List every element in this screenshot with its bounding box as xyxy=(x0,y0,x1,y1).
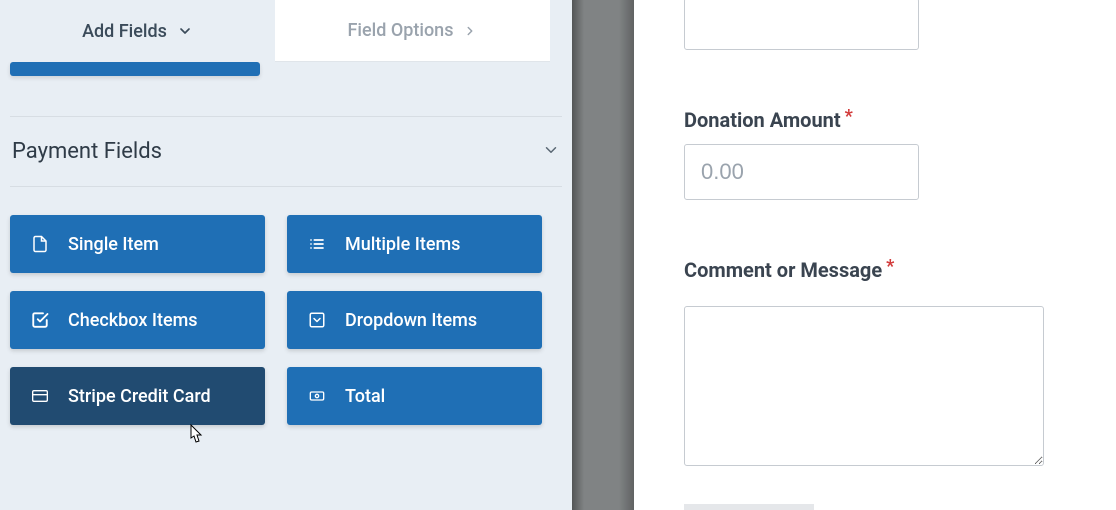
single-item-label: Single Item xyxy=(68,234,159,255)
tab-field-options-label: Field Options xyxy=(348,20,454,41)
required-asterisk: * xyxy=(845,108,853,126)
file-icon xyxy=(30,234,50,254)
checkbox-items-button[interactable]: Checkbox Items xyxy=(10,291,265,349)
credit-card-icon xyxy=(30,386,50,406)
comment-message-label-text: Comment or Message xyxy=(684,258,882,282)
payment-fields-section-header[interactable]: Payment Fields xyxy=(10,116,562,187)
stripe-credit-card-label: Stripe Credit Card xyxy=(68,386,211,407)
checkbox-icon xyxy=(30,310,50,330)
sidebar-tabs: Add Fields Field Options xyxy=(0,0,572,62)
form-builder-sidebar: Add Fields Field Options Payment Fields xyxy=(0,0,572,510)
list-icon xyxy=(307,234,327,254)
money-icon xyxy=(307,386,327,406)
donation-amount-field[interactable] xyxy=(684,144,919,200)
donation-amount-label: Donation Amount * xyxy=(684,108,1086,132)
multiple-items-button[interactable]: Multiple Items xyxy=(287,215,542,273)
previous-section-edge xyxy=(10,62,260,76)
required-asterisk: * xyxy=(886,258,894,276)
single-item-button[interactable]: Single Item xyxy=(10,215,265,273)
total-label: Total xyxy=(345,386,385,407)
dropdown-items-button[interactable]: Dropdown Items xyxy=(287,291,542,349)
dropdown-items-label: Dropdown Items xyxy=(345,310,477,331)
tab-add-fields-label: Add Fields xyxy=(82,21,167,42)
multiple-items-label: Multiple Items xyxy=(345,234,460,255)
tab-add-fields[interactable]: Add Fields xyxy=(0,0,275,62)
payment-fields-grid: Single Item Multiple Items Checkbox Item… xyxy=(10,215,562,425)
submit-button[interactable]: Submit xyxy=(684,504,814,510)
total-button[interactable]: Total xyxy=(287,367,542,425)
panel-divider xyxy=(572,0,634,510)
chevron-right-icon xyxy=(463,24,477,38)
comment-message-field[interactable] xyxy=(684,306,1044,466)
chevron-down-icon xyxy=(177,23,193,39)
checkbox-items-label: Checkbox Items xyxy=(68,310,198,331)
donation-amount-label-text: Donation Amount xyxy=(684,108,841,132)
chevron-down-icon xyxy=(542,141,560,163)
section-title: Payment Fields xyxy=(12,139,162,164)
comment-message-label: Comment or Message * xyxy=(684,258,1086,282)
previous-field-input[interactable] xyxy=(684,0,919,50)
stripe-credit-card-button[interactable]: Stripe Credit Card xyxy=(10,367,265,425)
tab-field-options[interactable]: Field Options xyxy=(275,0,550,62)
dropdown-icon xyxy=(307,310,327,330)
form-preview: Donation Amount * Comment or Message * S… xyxy=(634,0,1116,510)
